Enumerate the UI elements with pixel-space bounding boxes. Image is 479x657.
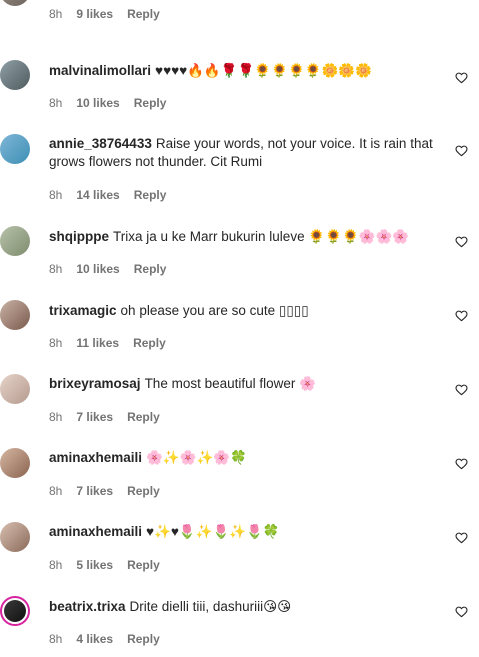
avatar[interactable] <box>0 300 30 330</box>
comment-text: beatrix.trixa Drite dielli tiii, dashurii… <box>49 598 439 616</box>
heart-outline-icon[interactable] <box>454 382 468 396</box>
comment-body: Trixa ja u ke Marr bukurin luleve 🌻🌻🌻🌸🌸🌸 <box>113 229 410 244</box>
comment-text: annie_38764433 Raise your words, not your… <box>49 135 439 171</box>
comment-time: 8h <box>49 188 63 202</box>
comment-username[interactable]: malvinalimollari <box>49 63 151 78</box>
reply-button[interactable]: Reply <box>127 632 160 646</box>
comment-username[interactable]: brixeyramosaj <box>49 376 141 391</box>
comment-text: shqipppe Trixa ja u ke Marr bukurin lulev… <box>49 228 439 246</box>
reply-button[interactable]: Reply <box>127 410 160 424</box>
comment-likes[interactable]: 14 likes <box>76 188 119 202</box>
reply-button[interactable]: Reply <box>127 484 160 498</box>
comment-likes[interactable]: 10 likes <box>76 96 119 110</box>
avatar[interactable] <box>0 60 30 90</box>
heart-outline-icon[interactable] <box>454 456 468 470</box>
comment-meta: 8h 9 likes Reply <box>49 7 174 21</box>
comment-text: aminaxhemaili ♥✨♥🌷✨🌷✨🌷🍀 <box>49 523 439 541</box>
comment-meta: 8h 14 likes Reply <box>49 188 180 202</box>
reply-button[interactable]: Reply <box>134 262 167 276</box>
comment-meta: 8h 7 likes Reply <box>49 410 174 424</box>
comment-body: 🌸✨🌸✨🌸🍀 <box>146 450 247 465</box>
comment-meta: 8h 11 likes Reply <box>49 336 180 350</box>
comment-time: 8h <box>49 558 63 572</box>
reply-button[interactable]: Reply <box>127 558 160 572</box>
comment-time: 8h <box>49 632 63 646</box>
heart-outline-icon[interactable] <box>454 308 468 322</box>
avatar[interactable] <box>0 522 30 552</box>
comment-meta: 8h 5 likes Reply <box>49 558 174 572</box>
avatar[interactable] <box>0 226 30 256</box>
comment-meta: 8h 10 likes Reply <box>49 96 180 110</box>
comment-body: oh please you are so cute ▯▯▯▯ <box>120 303 309 318</box>
comment-meta: 8h 4 likes Reply <box>49 632 174 646</box>
comment-time: 8h <box>49 336 63 350</box>
heart-outline-icon[interactable] <box>454 530 468 544</box>
comment-time: 8h <box>49 96 63 110</box>
comment-text <box>49 0 439 4</box>
comment-likes[interactable]: 4 likes <box>76 632 113 646</box>
heart-outline-icon[interactable] <box>454 604 468 618</box>
comment-likes[interactable]: 9 likes <box>76 7 113 21</box>
comment-body: The most beautiful flower 🌸 <box>144 376 316 391</box>
comment-time: 8h <box>49 262 63 276</box>
comment-likes[interactable]: 7 likes <box>76 484 113 498</box>
comment-meta: 8h 7 likes Reply <box>49 484 174 498</box>
avatar[interactable] <box>0 448 30 478</box>
comment-time: 8h <box>49 484 63 498</box>
comment-username[interactable]: annie_38764433 <box>49 136 152 151</box>
comment-username[interactable]: shqipppe <box>49 229 109 244</box>
comment-time: 8h <box>49 7 63 21</box>
comment-username[interactable]: trixamagic <box>49 303 117 318</box>
comment-likes[interactable]: 7 likes <box>76 410 113 424</box>
comment-text: trixamagic oh please you are so cute ▯▯▯▯ <box>49 302 439 320</box>
comment-text: malvinalimollari ♥♥♥♥🔥🔥🌹🌹🌻🌻🌻🌻🌼🌼🌼 <box>49 62 439 80</box>
avatar[interactable] <box>0 134 30 164</box>
comment-meta: 8h 10 likes Reply <box>49 262 180 276</box>
reply-button[interactable]: Reply <box>134 96 167 110</box>
comment-likes[interactable]: 10 likes <box>76 262 119 276</box>
comment-likes[interactable]: 5 likes <box>76 558 113 572</box>
comments-list: 8h 9 likes Reply malvinalimollari ♥♥♥♥🔥🔥🌹🌹🌻🌻… <box>0 0 479 657</box>
comment-body: ♥♥♥♥🔥🔥🌹🌹🌻🌻🌻🌻🌼🌼🌼 <box>155 63 373 78</box>
avatar[interactable] <box>0 0 30 6</box>
comment-body: ♥✨♥🌷✨🌷✨🌷🍀 <box>146 524 280 539</box>
reply-button[interactable]: Reply <box>134 188 167 202</box>
avatar[interactable] <box>0 596 30 626</box>
comment-username[interactable]: aminaxhemaili <box>49 524 142 539</box>
comment-time: 8h <box>49 410 63 424</box>
comment-likes[interactable]: 11 likes <box>76 336 119 350</box>
reply-button[interactable]: Reply <box>127 7 160 21</box>
heart-outline-icon[interactable] <box>454 70 468 84</box>
reply-button[interactable]: Reply <box>133 336 166 350</box>
comment-username[interactable]: beatrix.trixa <box>49 599 126 614</box>
comment-body: Drite dielli tiii, dashuriii😘😘 <box>129 599 292 614</box>
heart-outline-icon[interactable] <box>454 234 468 248</box>
comment-text: brixeyramosaj The most beautiful flower 🌸 <box>49 375 439 393</box>
comment-text: aminaxhemaili 🌸✨🌸✨🌸🍀 <box>49 449 439 467</box>
avatar[interactable] <box>0 374 30 404</box>
comment-username[interactable]: aminaxhemaili <box>49 450 142 465</box>
heart-outline-icon[interactable] <box>454 143 468 157</box>
